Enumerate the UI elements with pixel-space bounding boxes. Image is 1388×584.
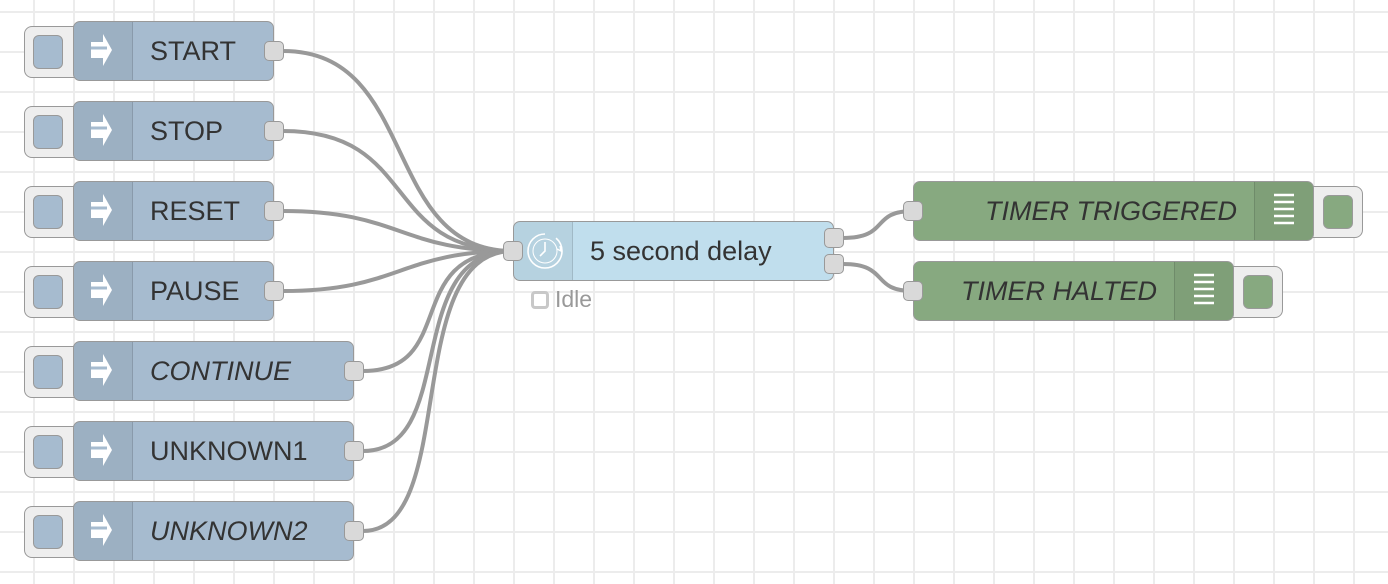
node-label: TIMER TRIGGERED	[984, 195, 1237, 226]
inject-button-inner[interactable]	[33, 275, 63, 309]
status-indicator-icon	[531, 290, 549, 309]
debug-toggle-inner[interactable]	[1323, 195, 1353, 229]
wire-unknown2-delay[interactable]	[362, 249, 514, 533]
output-port[interactable]	[344, 521, 364, 541]
node-label: CONTINUE	[150, 355, 291, 386]
wire-stop-delay[interactable]	[282, 129, 514, 253]
debug-list-icon	[1174, 262, 1233, 320]
inject-button-inner[interactable]	[33, 515, 63, 549]
wire-continue-delay[interactable]	[362, 249, 514, 373]
input-port[interactable]	[503, 241, 523, 261]
output-port[interactable]	[264, 41, 284, 61]
arrow-icon	[74, 182, 133, 240]
output-port[interactable]	[344, 441, 364, 461]
inject-button-inner[interactable]	[33, 355, 63, 389]
node-label: 5 second delay	[590, 235, 772, 266]
wire-start-delay[interactable]	[282, 49, 514, 253]
debug-list-icon	[1254, 182, 1313, 240]
arrow-icon	[74, 22, 133, 80]
wire-pause-delay[interactable]	[282, 249, 514, 293]
arrow-icon	[74, 102, 133, 160]
input-port[interactable]	[903, 201, 923, 221]
arrow-icon	[74, 262, 133, 320]
wire-reset-delay[interactable]	[282, 209, 514, 253]
output-port-2[interactable]	[824, 254, 844, 274]
arrow-icon	[74, 422, 133, 480]
output-port-1[interactable]	[824, 228, 844, 248]
input-port[interactable]	[903, 281, 923, 301]
output-port[interactable]	[344, 361, 364, 381]
node-label: TIMER HALTED	[960, 275, 1157, 306]
node-label: UNKNOWN1	[150, 435, 308, 466]
inject-button-inner[interactable]	[33, 115, 63, 149]
output-port[interactable]	[264, 121, 284, 141]
wire-unknown1-delay[interactable]	[362, 249, 514, 453]
output-port[interactable]	[264, 201, 284, 221]
node-status: Idle	[531, 286, 592, 313]
node-label: RESET	[150, 195, 241, 226]
arrow-icon	[74, 342, 133, 400]
arrow-icon	[74, 502, 133, 560]
status-text: Idle	[555, 286, 593, 312]
inject-button-inner[interactable]	[33, 195, 63, 229]
debug-toggle-inner[interactable]	[1243, 275, 1273, 309]
node-label: PAUSE	[150, 275, 240, 306]
output-port[interactable]	[264, 281, 284, 301]
node-label: START	[150, 35, 237, 66]
node-label: STOP	[150, 115, 224, 146]
inject-button-inner[interactable]	[33, 435, 63, 469]
node-label: UNKNOWN2	[150, 515, 308, 546]
inject-button-inner[interactable]	[33, 35, 63, 69]
